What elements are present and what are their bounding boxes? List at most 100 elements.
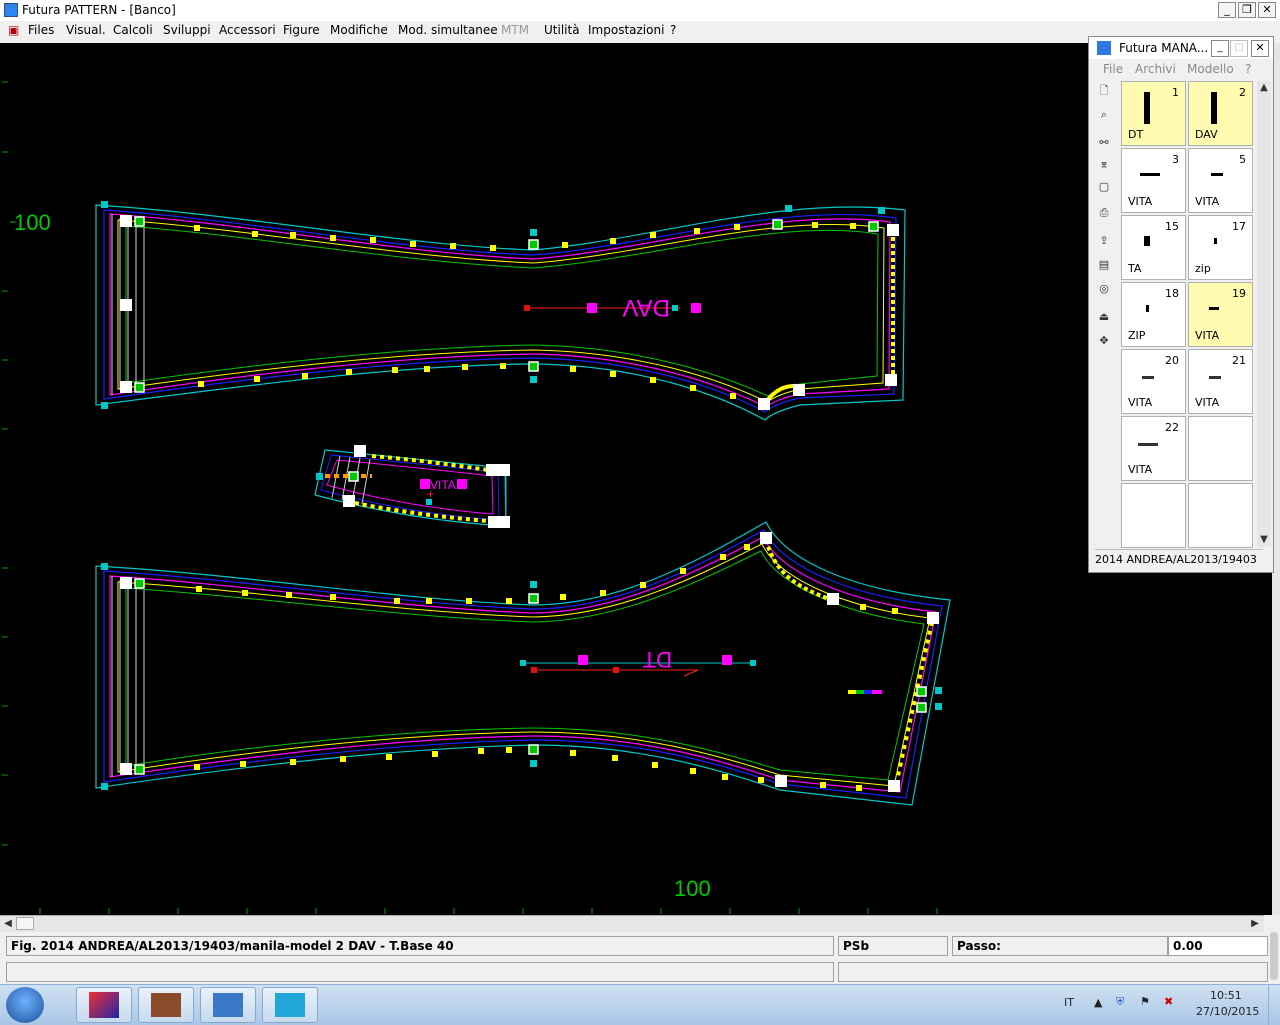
panel-maximize-button[interactable]: □	[1230, 40, 1248, 57]
restore-button[interactable]: ❐	[1238, 2, 1256, 18]
hanger-icon[interactable]: ⌆	[1095, 157, 1113, 173]
panel-footer: 2014 ANDREA/AL2013/19403	[1095, 549, 1263, 569]
menu-utilita[interactable]: Utilità	[544, 23, 580, 37]
piece-cell[interactable]: 3 VITA	[1121, 148, 1186, 213]
piece-thumbnail	[1144, 92, 1150, 124]
new-document-icon[interactable]: 🗋	[1095, 83, 1113, 99]
menu-accessori[interactable]: Accessori	[219, 23, 276, 37]
clock-time[interactable]: 10:51	[1210, 989, 1242, 1002]
piece-cell-empty[interactable]	[1121, 483, 1186, 548]
shield-icon[interactable]: ⛨	[1116, 995, 1124, 1009]
menu-mod-simultanee[interactable]: Mod. simultanee	[398, 23, 498, 37]
taskbar-app-network[interactable]	[200, 987, 256, 1023]
binoculars-icon[interactable]: ⚯	[1095, 135, 1113, 151]
status-passo-value[interactable]: 0.00	[1168, 936, 1268, 956]
folder-up-icon[interactable]: ⇪	[1095, 233, 1113, 249]
panel-title-bar[interactable]: Futura MANA... _ □ ✕	[1089, 37, 1273, 59]
scroll-right-icon[interactable]: ▶	[1248, 917, 1262, 931]
language-indicator[interactable]: IT	[1064, 996, 1074, 1009]
panel-minimize-button[interactable]: _	[1211, 40, 1229, 57]
menu-files[interactable]: Files	[28, 23, 54, 37]
panel-menu-file[interactable]: File	[1103, 62, 1123, 76]
status-scroll-handle[interactable]	[1270, 932, 1278, 980]
taskbar-app-plotter[interactable]	[138, 987, 194, 1023]
ruler-label-left: 100	[14, 210, 51, 235]
piece-thumbnail	[1142, 376, 1154, 379]
ruler-ticks-bottom	[39, 908, 938, 914]
pattern-piece-dav[interactable]	[95, 204, 906, 421]
pattern-drawing: 100 100 DAV DT VITA +	[2, 81, 951, 914]
scroll-left-icon[interactable]: ◀	[1, 917, 15, 931]
start-button[interactable]	[6, 987, 44, 1023]
network-app-icon	[213, 993, 243, 1017]
piece-thumbnail	[1138, 443, 1158, 446]
stitch-points	[194, 222, 898, 791]
target-icon[interactable]: ◎	[1095, 281, 1113, 297]
menu-visual[interactable]: Visual.	[66, 23, 106, 37]
minimize-button[interactable]: _	[1218, 2, 1236, 18]
scroll-thumb[interactable]	[16, 917, 34, 930]
piece-cell[interactable]: 17 zip	[1188, 215, 1253, 280]
piece-label: ZIP	[1128, 329, 1146, 342]
panel-title: Futura MANA...	[1119, 41, 1209, 55]
piece-cell[interactable]: 19 VITA	[1188, 282, 1253, 347]
piece-cell[interactable]: 20 VITA	[1121, 349, 1186, 414]
piece-cell-empty[interactable]	[1188, 416, 1253, 481]
printer-icon[interactable]: ⎙	[1095, 205, 1113, 221]
drawing-canvas[interactable]: 100 100 DAV DT VITA +	[0, 43, 1272, 915]
piece-number: 18	[1165, 287, 1179, 300]
piece-cell[interactable]: 18 ZIP	[1121, 282, 1186, 347]
iron-icon[interactable]: ⏏	[1095, 309, 1113, 325]
panel-close-button[interactable]: ✕	[1251, 40, 1269, 57]
pattern-piece-vita[interactable]	[314, 449, 507, 527]
piece-thumbnail	[1209, 376, 1221, 379]
notch-markers[interactable]	[134, 216, 927, 775]
layout-icon[interactable]: ▤	[1095, 257, 1113, 273]
menu-help[interactable]: ?	[670, 23, 676, 37]
taskbar-app-manager[interactable]	[262, 987, 318, 1023]
panel-scroll-up-icon[interactable]: ▲	[1257, 81, 1271, 95]
menu-figure[interactable]: Figure	[283, 23, 320, 37]
piece-number: 3	[1172, 153, 1179, 166]
piece-number: 17	[1232, 220, 1246, 233]
piece-cell[interactable]: 1 DT	[1121, 81, 1186, 146]
menu-modifiche[interactable]: Modifiche	[330, 23, 388, 37]
piece-cell[interactable]: 21 VITA	[1188, 349, 1253, 414]
panel-scrollbar[interactable]: ▲ ▼	[1257, 81, 1271, 547]
piece-cell[interactable]: 2 DAV	[1188, 81, 1253, 146]
piece-cell-empty[interactable]	[1188, 483, 1253, 548]
menu-sviluppi[interactable]: Sviluppi	[163, 23, 211, 37]
status-bar: Fig. 2014 ANDREA/AL2013/19403/manila-mod…	[0, 932, 1280, 984]
panel-menu-help[interactable]: ?	[1245, 62, 1251, 76]
search-folder-icon[interactable]: ⌕	[1095, 107, 1113, 123]
piece-grid: 1 DT 2 DAV 3 VITA 5 VITA 15 TA 17 zip 18…	[1121, 81, 1255, 548]
piece-label: DAV	[1195, 128, 1218, 141]
grain-line-dav[interactable]: DAV	[524, 294, 701, 321]
puzzle-icon[interactable]: ✥	[1095, 333, 1113, 349]
menu-impostazioni[interactable]: Impostazioni	[588, 23, 664, 37]
doc-menu-icon[interactable]: ▣	[8, 23, 19, 37]
panel-menu-modello[interactable]: Modello	[1187, 62, 1234, 76]
piece-cell[interactable]: 22 VITA	[1121, 416, 1186, 481]
horizontal-scrollbar[interactable]: ◀ ▶	[0, 915, 1264, 932]
piece-cell[interactable]: 5 VITA	[1188, 148, 1253, 213]
menu-mtm[interactable]: MTM	[501, 23, 529, 37]
taskbar-app-pattern[interactable]	[76, 987, 132, 1023]
tray-expand-icon[interactable]: ▲	[1094, 996, 1102, 1009]
taskbar: IT ▲ ⛨ ⚑ ✖ 10:51 27/10/2015	[0, 984, 1280, 1025]
clock-date[interactable]: 27/10/2015	[1196, 1005, 1259, 1018]
piece-cell[interactable]: 15 TA	[1121, 215, 1186, 280]
status-passo-label: Passo:	[952, 936, 1168, 956]
network-warning-icon[interactable]: ✖	[1164, 995, 1173, 1008]
disk-icon[interactable]: ▢	[1095, 179, 1113, 195]
control-handles[interactable]	[120, 215, 939, 792]
panel-menu-archivi[interactable]: Archivi	[1135, 62, 1176, 76]
piece-number: 15	[1165, 220, 1179, 233]
flag-icon[interactable]: ⚑	[1140, 995, 1150, 1008]
grain-line-vita[interactable]: VITA +	[420, 478, 467, 501]
close-button[interactable]: ✕	[1258, 2, 1276, 18]
show-desktop-button[interactable]	[1268, 985, 1280, 1025]
panel-scroll-down-icon[interactable]: ▼	[1257, 533, 1271, 547]
grain-line-dt[interactable]: DT	[520, 647, 756, 677]
menu-calcoli[interactable]: Calcoli	[113, 23, 153, 37]
